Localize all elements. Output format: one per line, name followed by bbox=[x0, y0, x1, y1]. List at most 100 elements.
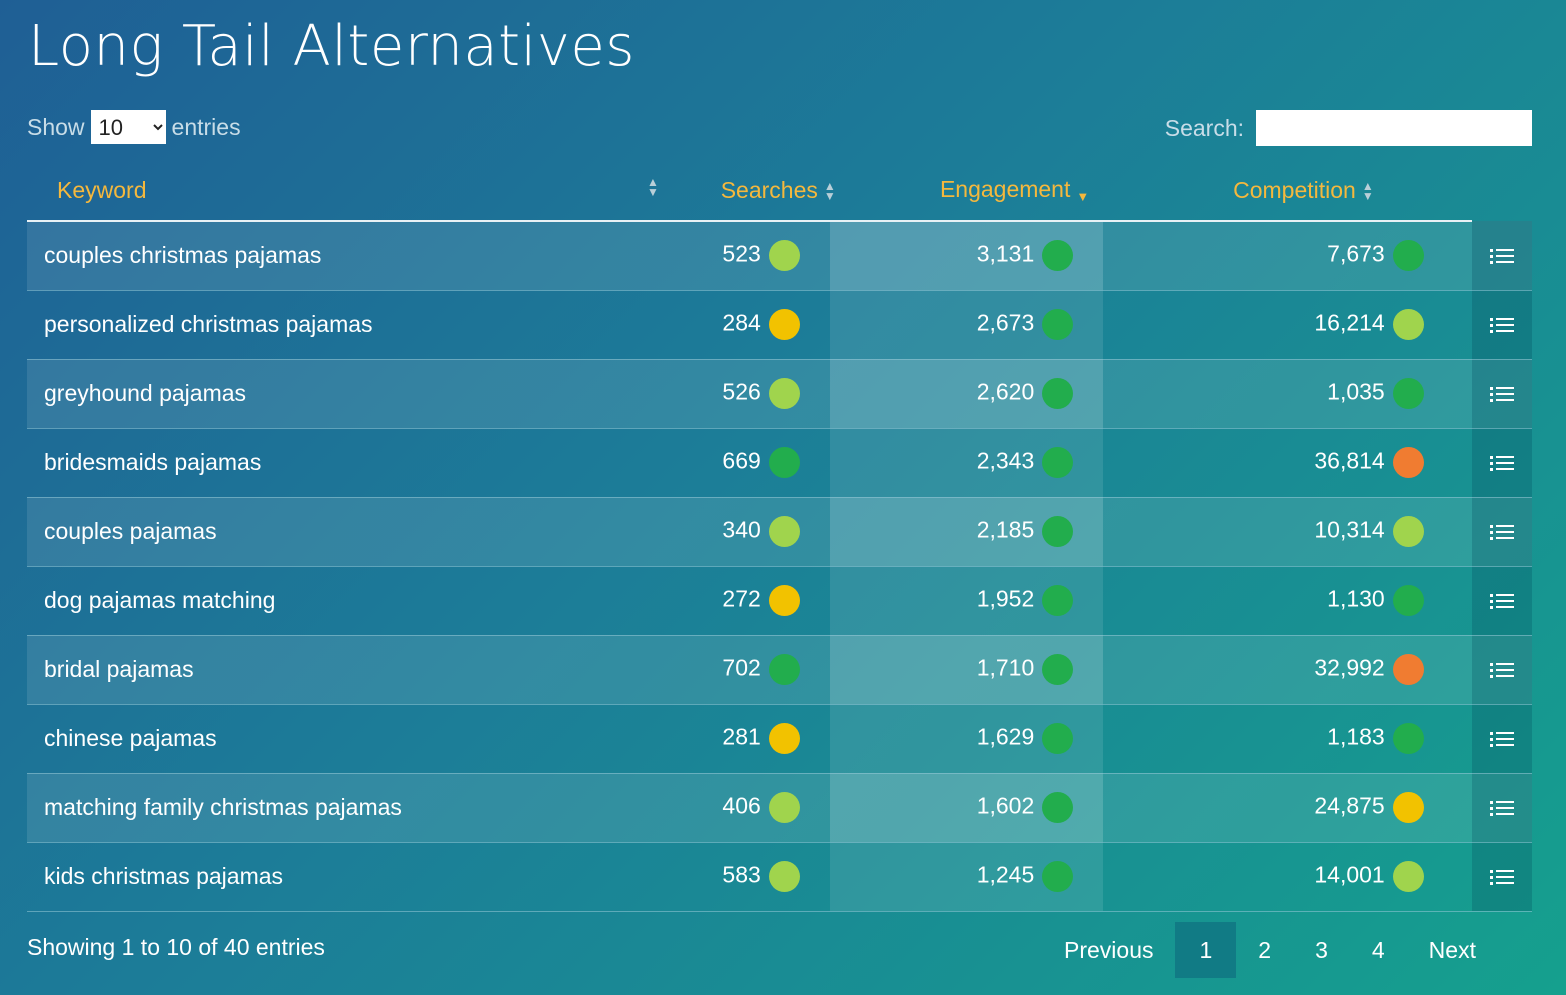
table-row: bridesmaids pajamas 669 2,343 36,814 bbox=[27, 428, 1532, 497]
status-dot-icon bbox=[768, 654, 800, 685]
searches-cell-value: 284 bbox=[722, 309, 761, 336]
keyword-cell-value: dog pajamas matching bbox=[44, 587, 276, 613]
pagination-page-1[interactable]: 1 bbox=[1175, 922, 1237, 978]
competition-cell-value: 16,214 bbox=[1314, 309, 1385, 336]
column-label: Competition bbox=[1233, 176, 1356, 203]
row-action-button[interactable] bbox=[1471, 704, 1532, 773]
list-icon bbox=[1489, 731, 1514, 748]
list-icon bbox=[1489, 869, 1514, 886]
table-row: greyhound pajamas 526 2,620 1,035 bbox=[27, 359, 1532, 428]
engagement-cell-value: 2,343 bbox=[976, 447, 1035, 474]
searches-cell-value: 583 bbox=[722, 861, 761, 888]
column-header-engagement[interactable]: Engagement ▼ bbox=[829, 160, 1104, 222]
column-header-searches[interactable]: Searches ▲ ▼ bbox=[608, 160, 836, 222]
searches-cell: 281 bbox=[608, 704, 830, 773]
keyword-cell: couples christmas pajamas bbox=[27, 221, 608, 290]
list-icon bbox=[1489, 455, 1514, 472]
competition-cell-value: 36,814 bbox=[1314, 447, 1385, 474]
table-row: matching family christmas pajamas 406 1,60… bbox=[27, 773, 1532, 842]
keyword-cell: kids christmas pajamas bbox=[27, 842, 608, 911]
pagination-page-3[interactable]: 3 bbox=[1293, 922, 1350, 978]
row-action-button[interactable] bbox=[1471, 773, 1532, 842]
engagement-cell-value: 3,131 bbox=[976, 240, 1035, 267]
table-row: chinese pajamas 281 1,629 1,183 bbox=[27, 704, 1532, 773]
keyword-cell: dog pajamas matching bbox=[27, 566, 608, 635]
engagement-cell: 2,620 bbox=[829, 359, 1104, 428]
keyword-cell-value: personalized christmas pajamas bbox=[44, 311, 373, 337]
entries-length-control: Show 10 entries bbox=[27, 110, 241, 144]
keyword-cell-value: bridesmaids pajamas bbox=[44, 449, 262, 475]
column-label: Searches bbox=[720, 176, 818, 203]
status-dot-icon bbox=[1042, 585, 1074, 616]
status-dot-icon bbox=[1392, 654, 1424, 685]
searches-cell-value: 281 bbox=[722, 723, 761, 750]
pagination-page-2[interactable]: 2 bbox=[1236, 922, 1293, 978]
table-row: couples christmas pajamas 523 3,131 7,673 bbox=[27, 221, 1532, 290]
column-header-keyword[interactable]: Keyword ▲ ▼ bbox=[27, 160, 659, 222]
row-action-button[interactable] bbox=[1471, 842, 1532, 911]
searches-cell-value: 272 bbox=[722, 585, 761, 612]
status-dot-icon bbox=[1392, 309, 1424, 340]
keyword-cell: personalized christmas pajamas bbox=[27, 290, 608, 359]
status-dot-icon bbox=[1042, 654, 1074, 685]
row-action-button[interactable] bbox=[1471, 566, 1532, 635]
engagement-cell: 2,343 bbox=[829, 428, 1104, 497]
status-dot-icon bbox=[1042, 309, 1074, 340]
keyword-cell: matching family christmas pajamas bbox=[27, 773, 608, 842]
engagement-cell-value: 1,245 bbox=[976, 861, 1035, 888]
searches-cell: 669 bbox=[608, 428, 830, 497]
engagement-cell-value: 2,185 bbox=[976, 516, 1035, 543]
keyword-cell-value: chinese pajamas bbox=[44, 725, 217, 751]
status-dot-icon bbox=[1392, 378, 1424, 409]
engagement-cell-value: 2,620 bbox=[976, 378, 1035, 405]
status-dot-icon bbox=[1392, 861, 1424, 892]
entries-per-page-select[interactable]: 10 bbox=[90, 110, 166, 144]
status-dot-icon bbox=[1042, 447, 1074, 478]
status-dot-icon bbox=[1042, 378, 1074, 409]
competition-cell-value: 1,130 bbox=[1327, 585, 1385, 612]
row-action-button[interactable] bbox=[1471, 359, 1532, 428]
row-action-button[interactable] bbox=[1471, 497, 1532, 566]
engagement-cell-value: 1,602 bbox=[976, 792, 1035, 819]
sort-both-icon: ▲ ▼ bbox=[1361, 179, 1374, 204]
row-action-button[interactable] bbox=[1471, 635, 1532, 704]
keyword-cell: couples pajamas bbox=[27, 497, 608, 566]
keyword-cell: bridesmaids pajamas bbox=[27, 428, 608, 497]
keyword-cell-value: couples christmas pajamas bbox=[44, 242, 322, 269]
searches-cell: 284 bbox=[608, 290, 830, 359]
search-input[interactable] bbox=[1256, 110, 1532, 146]
status-dot-icon bbox=[768, 447, 800, 478]
table-row: kids christmas pajamas 583 1,245 14,001 bbox=[27, 842, 1532, 911]
keywords-table: Keyword ▲ ▼ Searches ▲ ▼ Engagement ▼ Compet… bbox=[27, 160, 1532, 912]
searches-cell-value: 340 bbox=[722, 516, 761, 543]
status-dot-icon bbox=[1392, 792, 1424, 823]
competition-cell: 32,992 bbox=[1103, 635, 1471, 704]
status-dot-icon bbox=[1042, 240, 1074, 272]
list-icon bbox=[1489, 524, 1514, 541]
row-action-button[interactable] bbox=[1471, 290, 1532, 359]
searches-cell-value: 669 bbox=[722, 447, 761, 474]
row-action-button[interactable] bbox=[1471, 428, 1532, 497]
searches-cell: 526 bbox=[608, 359, 830, 428]
row-action-button[interactable] bbox=[1471, 221, 1532, 290]
engagement-cell: 1,952 bbox=[829, 566, 1104, 635]
keyword-cell-value: matching family christmas pajamas bbox=[44, 794, 402, 820]
column-header-competition[interactable]: Competition ▲ ▼ bbox=[1103, 160, 1472, 222]
competition-cell: 7,673 bbox=[1103, 221, 1471, 290]
status-dot-icon bbox=[768, 309, 800, 340]
pagination-previous[interactable]: Previous bbox=[1042, 922, 1175, 978]
keyword-cell-value: kids christmas pajamas bbox=[44, 863, 284, 889]
competition-cell: 14,001 bbox=[1103, 842, 1471, 911]
status-dot-icon bbox=[768, 516, 800, 547]
table-row: personalized christmas pajamas 284 2,673 16… bbox=[27, 290, 1532, 359]
list-icon bbox=[1489, 662, 1514, 679]
status-dot-icon bbox=[768, 861, 800, 892]
pagination-next[interactable]: Next bbox=[1407, 922, 1498, 978]
competition-cell: 1,035 bbox=[1103, 359, 1471, 428]
competition-cell: 16,214 bbox=[1103, 290, 1471, 359]
searches-cell: 406 bbox=[608, 773, 830, 842]
competition-cell-value: 14,001 bbox=[1314, 861, 1385, 888]
pagination-page-4[interactable]: 4 bbox=[1350, 922, 1407, 978]
list-icon bbox=[1489, 800, 1514, 817]
searches-cell: 583 bbox=[608, 842, 830, 911]
